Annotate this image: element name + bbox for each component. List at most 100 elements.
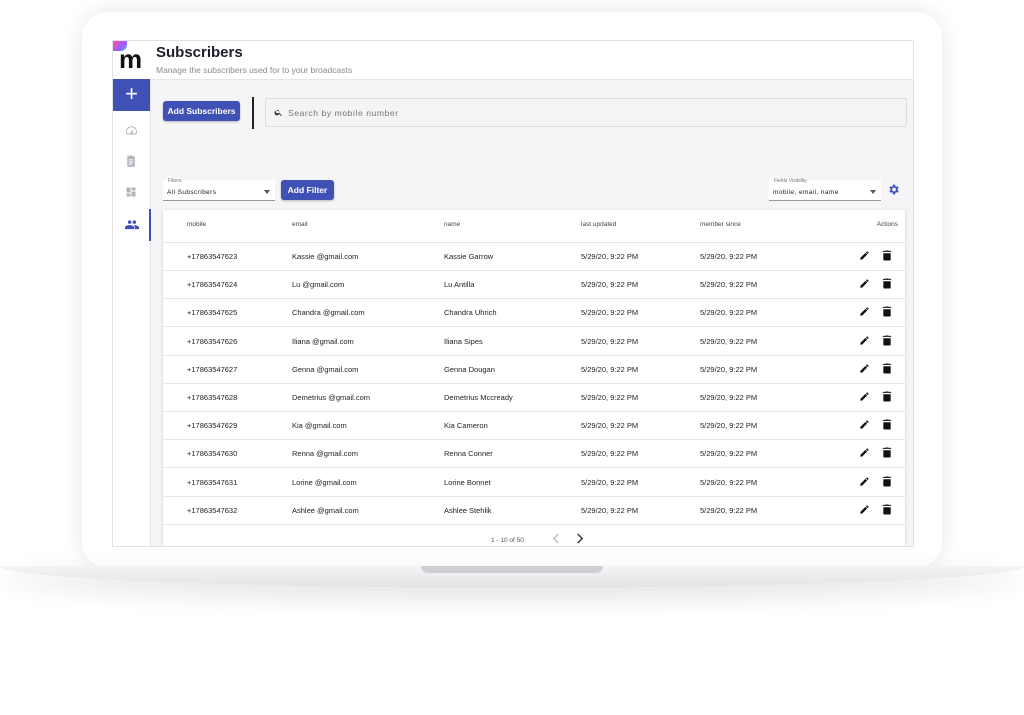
column-header-last-updated[interactable]: last updated — [581, 221, 616, 228]
cell-email: Kia @gmail.com — [292, 421, 347, 431]
cell-mobile: +17863547625 — [187, 308, 238, 318]
column-header-email[interactable]: email — [292, 221, 308, 228]
cell-last-updated: 5/29/20, 9:22 PM — [581, 421, 639, 431]
page-subtitle: Manage the subscribers used for to your … — [156, 65, 353, 75]
cell-last-updated: 5/29/20, 9:22 PM — [581, 280, 639, 290]
trash-icon[interactable] — [882, 504, 892, 515]
cell-last-updated: 5/29/20, 9:22 PM — [581, 477, 639, 487]
table-row[interactable]: +17863547627 Genna @gmail.com Genna Dougan… — [163, 355, 905, 384]
chevron-down-icon — [264, 190, 270, 194]
cell-member-since: 5/29/20, 9:22 PM — [700, 393, 758, 402]
create-button[interactable]: + — [113, 79, 150, 111]
trash-icon[interactable] — [882, 250, 892, 261]
trash-icon[interactable] — [882, 363, 892, 374]
trash-icon[interactable] — [882, 278, 892, 289]
fields-visibility-select[interactable]: Fields Visibility mobile, email, name — [769, 178, 881, 201]
cell-email: Renna @gmail.com — [292, 449, 358, 459]
add-filter-button[interactable]: Add Filter — [281, 180, 334, 200]
cell-name: Demetrius Mccready — [444, 393, 513, 402]
chevron-left-icon[interactable] — [552, 533, 561, 544]
table-row[interactable]: +17863547626 Iliana @gmail.com Iliana Sipe… — [163, 327, 905, 356]
cell-last-updated: 5/29/20, 9:22 PM — [581, 449, 639, 459]
trash-icon[interactable] — [882, 335, 892, 346]
cell-email: Iliana @gmail.com — [292, 336, 354, 346]
speedometer-icon — [126, 126, 137, 135]
cell-name: Kia Cameron — [444, 421, 488, 431]
laptop-notch — [421, 566, 603, 573]
clipboard-icon — [127, 155, 135, 167]
page-title: Subscribers — [156, 44, 243, 61]
pencil-icon[interactable] — [859, 504, 870, 515]
trash-icon[interactable] — [882, 476, 892, 487]
cell-mobile: +17863547628 — [187, 393, 238, 402]
cell-last-updated: 5/29/20, 9:22 PM — [581, 252, 639, 261]
trash-icon[interactable] — [882, 306, 892, 317]
cell-last-updated: 5/29/20, 9:22 PM — [581, 364, 639, 374]
fields-visibility-value: mobile, email, name — [773, 189, 839, 196]
sidebar-item-layouts[interactable] — [113, 178, 150, 208]
table-row[interactable]: +17863547628 Demetrius @gmail.com Demetriu… — [163, 383, 905, 412]
add-subscribers-button[interactable]: Add Subscribers — [163, 101, 240, 121]
pencil-icon[interactable] — [859, 476, 870, 487]
filters-select[interactable]: Filters All Subscribers — [163, 178, 275, 201]
table-row[interactable]: +17863547623 Kassie @gmail.com Kassie Garr… — [163, 242, 905, 271]
pagination-range: 1 - 10 of 50 — [491, 537, 524, 544]
sidebar: + — [113, 79, 151, 546]
chevron-right-icon[interactable] — [575, 533, 584, 544]
pencil-icon[interactable] — [859, 278, 870, 289]
cell-mobile: +17863547627 — [187, 364, 238, 374]
cell-member-since: 5/29/20, 9:22 PM — [700, 336, 758, 346]
sidebar-item-reports[interactable] — [113, 147, 150, 177]
search-input[interactable] — [286, 105, 890, 121]
trash-icon[interactable] — [882, 447, 892, 458]
logo-letter: m — [119, 44, 143, 74]
cell-mobile: +17863547631 — [187, 477, 238, 487]
cell-email: Genna @gmail.com — [292, 364, 359, 374]
pencil-icon[interactable] — [859, 363, 870, 374]
cell-name: Renna Conner — [444, 449, 493, 459]
trash-icon[interactable] — [882, 391, 892, 402]
trash-icon[interactable] — [882, 419, 892, 430]
table-row[interactable]: +17863547631 Lorine @gmail.com Lorine Bonn… — [163, 468, 905, 497]
table-row[interactable]: +17863547632 Ashlee @gmail.com Ashlee Steh… — [163, 496, 905, 525]
app-logo[interactable]: m — [113, 41, 151, 79]
header: m Subscribers Manage the subscribers use… — [113, 41, 913, 80]
cell-name: Lu Antilla — [444, 280, 475, 290]
pencil-icon[interactable] — [859, 391, 870, 402]
cell-mobile: +17863547630 — [187, 449, 238, 459]
sidebar-item-dashboard[interactable] — [113, 116, 150, 146]
subscribers-table: mobile email name last updated member si… — [163, 210, 905, 546]
cell-email: Ashlee @gmail.com — [292, 505, 359, 515]
cell-name: Lorine Bonnet — [444, 477, 491, 487]
cell-last-updated: 5/29/20, 9:22 PM — [581, 336, 639, 346]
column-header-name[interactable]: name — [444, 221, 460, 228]
gear-icon[interactable] — [887, 183, 900, 196]
chevron-down-icon — [870, 190, 876, 194]
cell-email: Lu @gmail.com — [292, 280, 345, 290]
table-row[interactable]: +17863547625 Chandra @gmail.com Chandra Uh… — [163, 298, 905, 328]
cell-email: Demetrius @gmail.com — [292, 393, 371, 402]
pencil-icon[interactable] — [859, 335, 870, 346]
main-content: Add Subscribers Filters All Subscribers … — [151, 79, 913, 546]
pencil-icon[interactable] — [859, 447, 870, 458]
column-header-actions: Actions — [876, 221, 898, 228]
pencil-icon[interactable] — [859, 419, 870, 430]
cell-name: Kassie Garrow — [444, 252, 494, 261]
filters-label: Filters — [167, 178, 183, 184]
cell-email: Chandra @gmail.com — [292, 308, 365, 318]
cell-mobile: +17863547626 — [187, 336, 238, 346]
table-row[interactable]: +17863547624 Lu @gmail.com Lu Antilla 5/29/… — [163, 270, 905, 300]
cell-name: Chandra Uhrich — [444, 308, 497, 318]
cell-mobile: +17863547624 — [187, 280, 238, 290]
pencil-icon[interactable] — [859, 250, 870, 261]
fields-visibility-label: Fields Visibility — [773, 178, 808, 184]
column-header-member-since[interactable]: member since — [700, 221, 741, 228]
search-icon — [274, 109, 282, 117]
pencil-icon[interactable] — [859, 306, 870, 317]
table-row[interactable]: +17863547630 Renna @gmail.com Renna Conner… — [163, 439, 905, 469]
column-header-mobile[interactable]: mobile — [187, 221, 206, 228]
cell-member-since: 5/29/20, 9:22 PM — [700, 505, 758, 515]
search-bar — [265, 98, 907, 127]
sidebar-item-subscribers[interactable] — [113, 209, 151, 241]
table-row[interactable]: +17863547629 Kia @gmail.com Kia Cameron 5/2… — [163, 411, 905, 441]
